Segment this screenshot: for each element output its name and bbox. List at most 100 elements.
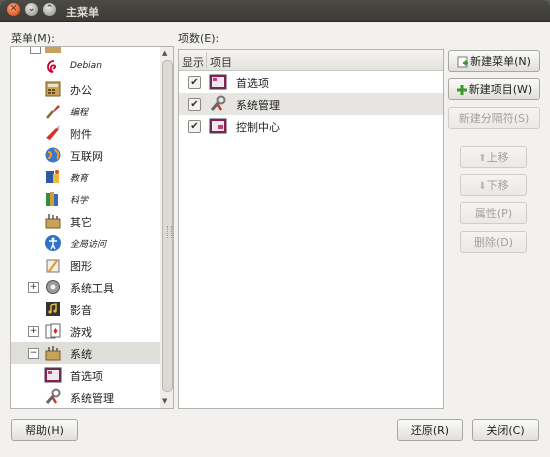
window-title: 主菜单 bbox=[66, 6, 99, 19]
tree-item-label: 游戏 bbox=[70, 326, 92, 339]
items-table[interactable]: 显示 项目 ✔ 首选项 ✔ 系统管理 ✔ 控制中心 bbox=[178, 49, 444, 409]
new-item-label: 新建项目(W) bbox=[468, 83, 533, 96]
office-calculator-icon bbox=[45, 81, 61, 97]
tree-item-internet[interactable]: 互联网 bbox=[11, 144, 161, 166]
preferences-icon bbox=[209, 74, 227, 90]
tree-item-office[interactable]: 办公 bbox=[11, 78, 161, 100]
close-window-icon[interactable]: ✕ bbox=[7, 3, 20, 16]
tree-item-system-tools[interactable]: + 系统工具 bbox=[11, 276, 161, 298]
tree-item-label: 科学 bbox=[70, 196, 89, 206]
tree-item-science[interactable]: 科学 bbox=[11, 188, 161, 210]
tree-item-other[interactable]: 其它 bbox=[11, 210, 161, 232]
tree-item-label: 办公 bbox=[70, 84, 92, 97]
column-header-show[interactable]: 显示 bbox=[182, 54, 204, 70]
preferences-icon bbox=[44, 367, 62, 383]
revert-button[interactable]: 还原(R) bbox=[397, 419, 463, 441]
table-row[interactable]: ✔ 控制中心 bbox=[179, 115, 443, 137]
tree-item-label: 系统管理 bbox=[70, 392, 114, 405]
other-box-icon bbox=[45, 214, 61, 229]
delete-label: 删除(D) bbox=[473, 236, 514, 249]
tree-item-label: 图形 bbox=[70, 260, 92, 273]
new-menu-label: 新建菜单(N) bbox=[470, 55, 531, 68]
system-box-icon bbox=[45, 346, 61, 361]
expander-partial bbox=[30, 47, 41, 54]
tree-item-label: 系统 bbox=[70, 348, 92, 361]
scroll-down-icon[interactable]: ▼ bbox=[162, 397, 167, 405]
properties-button[interactable]: 属性(P) bbox=[460, 202, 527, 224]
delete-button[interactable]: 删除(D) bbox=[460, 231, 527, 253]
maximize-window-icon[interactable]: ⌃ bbox=[43, 3, 56, 16]
administration-icon bbox=[45, 388, 61, 404]
close-button[interactable]: 关闭(C) bbox=[472, 419, 539, 441]
show-checkbox[interactable]: ✔ bbox=[188, 76, 201, 89]
tree-item-debian[interactable]: Debian bbox=[11, 56, 161, 78]
games-cards-icon bbox=[45, 323, 61, 339]
item-label: 系统管理 bbox=[236, 99, 280, 112]
arrow-down-icon: ⬇ bbox=[478, 181, 487, 192]
pane-splitter[interactable] bbox=[167, 226, 172, 238]
help-label: 帮助(H) bbox=[25, 424, 64, 437]
tree-item-games[interactable]: + 游戏 bbox=[11, 320, 161, 342]
new-separator-label: 新建分隔符(S) bbox=[458, 112, 530, 125]
expand-icon[interactable]: + bbox=[28, 282, 39, 293]
menu-tree[interactable]: Debian 办公 编程 附件 互联网 教育 科学 其它 全局访问 图形 + 系… bbox=[10, 46, 162, 409]
new-separator-button[interactable]: 新建分隔符(S) bbox=[448, 107, 540, 129]
tree-item-label: 首选项 bbox=[70, 370, 103, 383]
tree-item-label: 影音 bbox=[70, 304, 92, 317]
move-down-label: 下移 bbox=[486, 179, 509, 192]
minimize-window-icon[interactable]: ⌄ bbox=[25, 3, 38, 16]
revert-label: 还原(R) bbox=[410, 424, 450, 437]
tree-item-label: Debian bbox=[70, 61, 102, 71]
main-menu-window: ✕ ⌄ ⌃ 主菜单 菜单(M): 项数(E): Debian 办公 编程 附件 bbox=[0, 0, 550, 457]
tree-item-graphics[interactable]: 图形 bbox=[11, 254, 161, 276]
tree-item-label: 附件 bbox=[70, 128, 92, 141]
move-up-label: 上移 bbox=[486, 151, 509, 164]
scroll-up-icon[interactable]: ▲ bbox=[162, 49, 167, 57]
tree-item-label: 全局访问 bbox=[70, 240, 107, 250]
multimedia-icon bbox=[46, 302, 60, 316]
accessories-knife-icon bbox=[46, 125, 60, 140]
tree-item-label: 互联网 bbox=[70, 150, 103, 163]
tree-item-universal-access[interactable]: 全局访问 bbox=[11, 232, 161, 254]
tree-item-system[interactable]: − 系统 bbox=[11, 342, 161, 364]
new-item-button[interactable]: 新建项目(W) bbox=[448, 78, 540, 100]
internet-globe-icon bbox=[45, 147, 61, 163]
tree-item-label: 其它 bbox=[70, 216, 92, 229]
tree-item-programming[interactable]: 编程 bbox=[11, 100, 161, 122]
column-header-item[interactable]: 项目 bbox=[210, 54, 232, 70]
tree-item-preferences[interactable]: 首选项 bbox=[11, 364, 161, 386]
item-label: 控制中心 bbox=[236, 121, 280, 134]
education-icon bbox=[46, 170, 59, 183]
move-up-button[interactable]: ⬆上移 bbox=[460, 146, 527, 168]
arrow-up-icon: ⬆ bbox=[478, 153, 487, 164]
debian-swirl-icon bbox=[47, 60, 57, 73]
tree-item-label: 教育 bbox=[70, 174, 89, 184]
show-checkbox[interactable]: ✔ bbox=[188, 120, 201, 133]
expand-icon[interactable]: + bbox=[28, 326, 39, 337]
properties-label: 属性(P) bbox=[474, 207, 513, 220]
tree-item-label: 编程 bbox=[70, 108, 89, 118]
table-row[interactable]: ✔ 系统管理 bbox=[179, 93, 443, 115]
tree-item-accessories[interactable]: 附件 bbox=[11, 122, 161, 144]
new-menu-button[interactable]: 新建菜单(N) bbox=[448, 50, 540, 72]
items-label: 项数(E): bbox=[178, 32, 220, 45]
administration-icon bbox=[210, 95, 226, 111]
help-button[interactable]: 帮助(H) bbox=[11, 419, 78, 441]
collapse-icon[interactable]: − bbox=[28, 348, 39, 359]
plus-icon bbox=[456, 85, 467, 95]
table-row[interactable]: ✔ 首选项 bbox=[179, 71, 443, 93]
folder-partial-icon bbox=[45, 47, 61, 53]
graphics-icon bbox=[46, 259, 60, 273]
science-books-icon bbox=[46, 192, 58, 206]
tree-row-partial bbox=[11, 47, 161, 55]
title-bar: ✕ ⌄ ⌃ 主菜单 bbox=[0, 0, 550, 22]
move-down-button[interactable]: ⬇下移 bbox=[460, 174, 527, 196]
show-checkbox[interactable]: ✔ bbox=[188, 98, 201, 111]
tree-item-administration[interactable]: 系统管理 bbox=[11, 386, 161, 408]
tree-item-multimedia[interactable]: 影音 bbox=[11, 298, 161, 320]
column-divider bbox=[206, 52, 207, 68]
new-document-icon bbox=[457, 56, 469, 68]
tree-item-education[interactable]: 教育 bbox=[11, 166, 161, 188]
system-gear-icon bbox=[46, 280, 60, 294]
close-label: 关闭(C) bbox=[486, 424, 525, 437]
